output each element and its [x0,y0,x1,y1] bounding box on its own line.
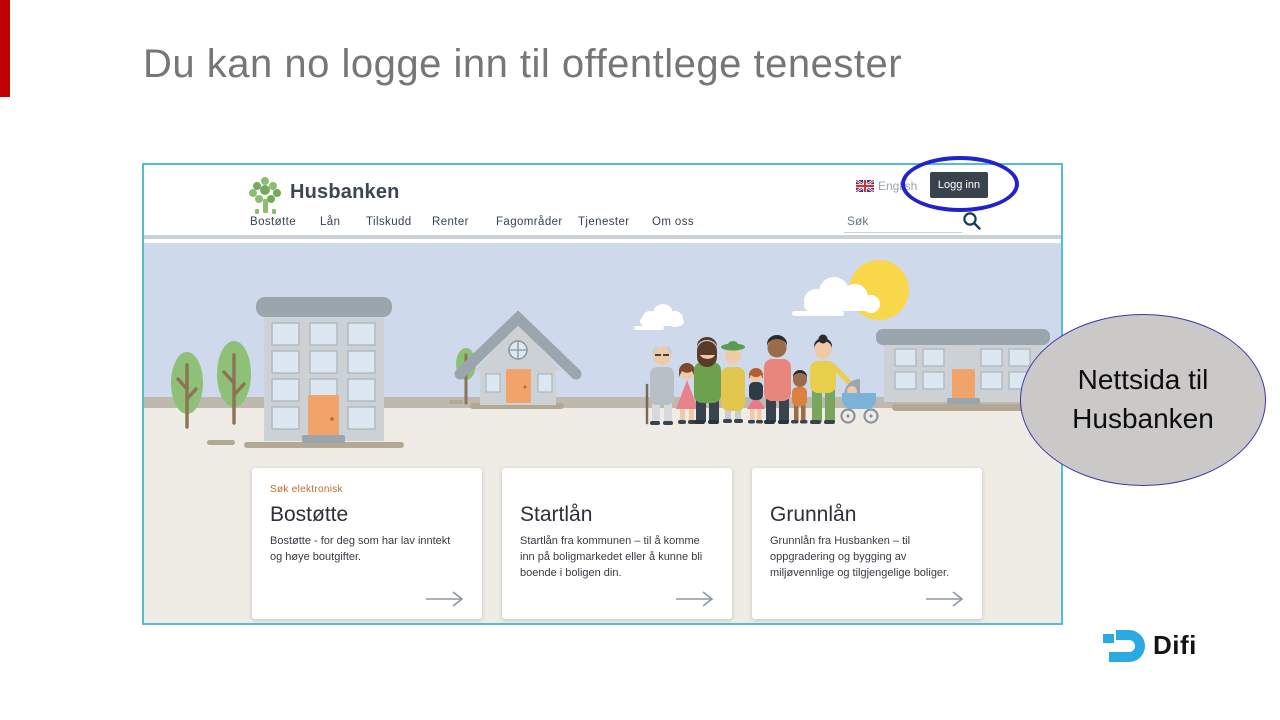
card-title: Bostøtte [270,503,349,526]
arrow-right-icon[interactable] [424,591,466,607]
nav-item-fagomrader[interactable]: Fagområder [496,216,563,228]
nav-item-om-oss[interactable]: Om oss [652,216,694,228]
difi-mark-icon [1103,630,1145,662]
website-screenshot-frame: Husbanken Bostøtte Lån Tilskudd Renter F… [142,163,1063,625]
nav-item-tilskudd[interactable]: Tilskudd [366,216,412,228]
arrow-right-icon[interactable] [674,591,716,607]
card-tag: Søk elektronisk [270,484,343,495]
card-tag [770,484,964,497]
card-bostotte[interactable]: Søk elektronisk Bostøtte Bostøtte - for … [252,468,482,619]
card-title: Grunnlån [770,503,857,526]
page-title: Du kan no logge inn til offentlege tenes… [143,42,903,86]
card-title: Startlån [520,503,593,526]
callout-text-line2: Husbanken [1072,403,1214,434]
nav-item-renter[interactable]: Renter [432,216,469,228]
card-tag [520,484,714,497]
search-input[interactable]: Søk [844,209,962,233]
difi-logo: Difi [1103,628,1223,668]
card-description: Startlån fra kommunen – til å komme inn … [520,535,703,579]
uk-flag-icon [856,180,874,192]
nav-item-lan[interactable]: Lån [320,216,340,228]
nav-item-tjenester[interactable]: Tjenester [578,216,630,228]
card-startlan[interactable]: Startlån Startlån fra kommunen – til å k… [502,468,732,619]
card-grunnlan[interactable]: Grunnlån Grunnlån fra Husbanken – til op… [752,468,982,619]
card-description: Bostøtte - for deg som har lav inntekt o… [270,535,451,563]
card-description: Grunnlån fra Husbanken – til oppgraderin… [770,535,950,579]
nav-item-bostotte[interactable]: Bostøtte [250,216,296,228]
tree-logo-icon [249,177,281,214]
callout-text-line1: Nettsida til [1077,364,1209,396]
search-placeholder: Søk [847,214,869,228]
arrow-right-icon[interactable] [924,591,966,607]
search-icon[interactable] [962,211,982,231]
slide-accent-bar [0,0,10,97]
difi-logo-text: Difi [1153,630,1197,660]
callout-ellipse: Nettsida til Husbanken [1020,314,1266,486]
login-highlight-ellipse [901,156,1019,212]
logo-text: Husbanken [290,181,400,203]
